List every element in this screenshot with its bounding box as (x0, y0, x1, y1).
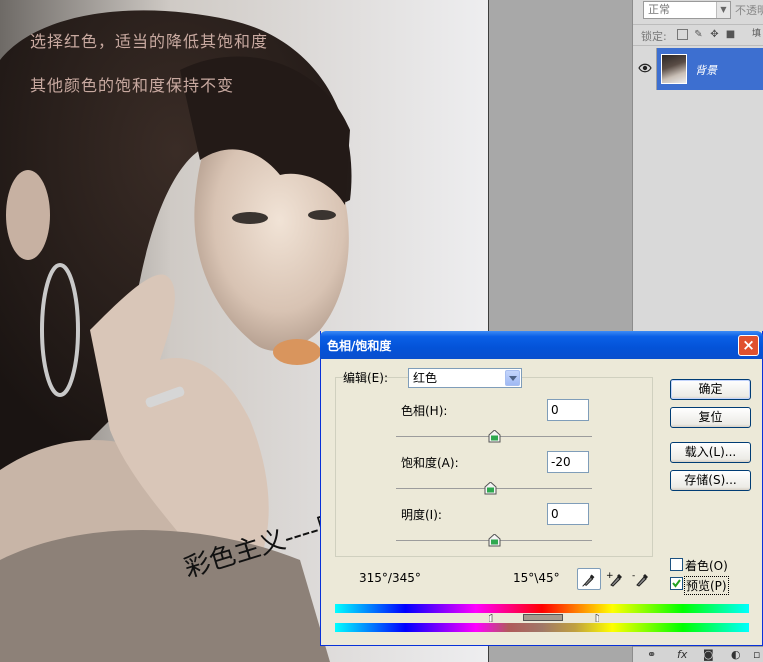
adjustment-group-box (335, 377, 653, 557)
lock-all-icon[interactable]: ■ (725, 29, 736, 40)
blend-mode-value: 正常 (648, 3, 670, 16)
hue-saturation-dialog: 色相/饱和度 × 编辑(E): 红色 色相(H): 0 饱和度(A): -20 … (320, 331, 763, 646)
layers-bottom-toolbar: ⚭ fx ◙ ◐ ▫ (633, 646, 763, 662)
close-icon: × (742, 336, 755, 354)
hue-label: 色相(H): (401, 404, 448, 418)
ok-button[interactable]: 确定 (670, 379, 751, 400)
output-color-bar (335, 623, 749, 632)
hue-slider-thumb[interactable] (488, 430, 501, 443)
visibility-toggle[interactable] (633, 48, 657, 90)
svg-text:-: - (632, 571, 635, 581)
range-left-readout: 315°/345° (359, 571, 421, 585)
layer-thumbnail (661, 54, 687, 84)
preview-label[interactable]: 预览(P) (684, 576, 729, 595)
chevron-down-icon[interactable] (505, 370, 520, 386)
eyedropper-minus-icon[interactable]: - (630, 568, 654, 590)
close-button[interactable]: × (738, 335, 759, 356)
fx-icon[interactable]: fx (677, 648, 687, 661)
eyedropper-plus-icon[interactable]: + (604, 568, 628, 590)
checkmark-icon (672, 579, 681, 588)
svg-text:+: + (606, 571, 614, 581)
saturation-input[interactable]: -20 (547, 451, 589, 473)
eyedropper-icon[interactable] (577, 568, 601, 590)
new-layer-icon[interactable]: ▫ (753, 648, 760, 661)
lightness-slider-thumb[interactable] (488, 534, 501, 547)
caption-line-1: 选择红色，适当的降低其饱和度 (30, 32, 269, 51)
save-button[interactable]: 存储(S)... (670, 470, 751, 491)
load-button[interactable]: 载入(L)... (670, 442, 751, 463)
preview-checkbox[interactable] (670, 577, 683, 590)
lock-paint-icon[interactable]: ✎ (693, 29, 704, 40)
caption-line-2: 其他颜色的饱和度保持不变 (30, 76, 235, 95)
blend-mode-row: 正常 ▼ 不透明 (639, 0, 763, 20)
mask-icon[interactable]: ◙ (703, 648, 714, 661)
colorize-checkbox[interactable] (670, 558, 683, 571)
edit-channel-select[interactable]: 红色 (408, 368, 522, 388)
blend-mode-select[interactable]: 正常 ▼ (643, 1, 731, 19)
input-color-bar (335, 604, 749, 613)
opacity-label: 不透明 (735, 4, 763, 17)
lightness-input[interactable]: 0 (547, 503, 589, 525)
dialog-title-bar[interactable]: 色相/饱和度 × (320, 331, 763, 359)
lock-row: 锁定: ✎ ✥ ■ 填 (633, 24, 763, 46)
eye-icon (638, 63, 652, 73)
lock-transparent-icon[interactable] (677, 29, 688, 40)
color-range-selection[interactable] (523, 614, 563, 621)
range-right-readout: 15°\45° (513, 571, 560, 585)
layer-row-background[interactable]: 背景 (633, 48, 763, 90)
edit-label: 编辑(E): (343, 371, 388, 385)
lock-move-icon[interactable]: ✥ (709, 29, 720, 40)
fill-label-icon: 填 (751, 29, 761, 39)
colorize-label[interactable]: 着色(O) (685, 557, 728, 574)
hue-input[interactable]: 0 (547, 399, 589, 421)
link-icon[interactable]: ⚭ (647, 648, 656, 661)
saturation-label: 饱和度(A): (401, 456, 459, 470)
saturation-slider-thumb[interactable] (484, 482, 497, 495)
layer-name[interactable]: 背景 (695, 62, 717, 78)
dialog-title: 色相/饱和度 (327, 339, 392, 353)
adjustment-icon[interactable]: ◐ (731, 648, 741, 661)
edit-channel-value: 红色 (413, 371, 438, 385)
lightness-label: 明度(I): (401, 508, 442, 522)
reset-button[interactable]: 复位 (670, 407, 751, 428)
lock-label: 锁定: (641, 30, 667, 43)
chevron-down-icon: ▼ (716, 2, 730, 18)
